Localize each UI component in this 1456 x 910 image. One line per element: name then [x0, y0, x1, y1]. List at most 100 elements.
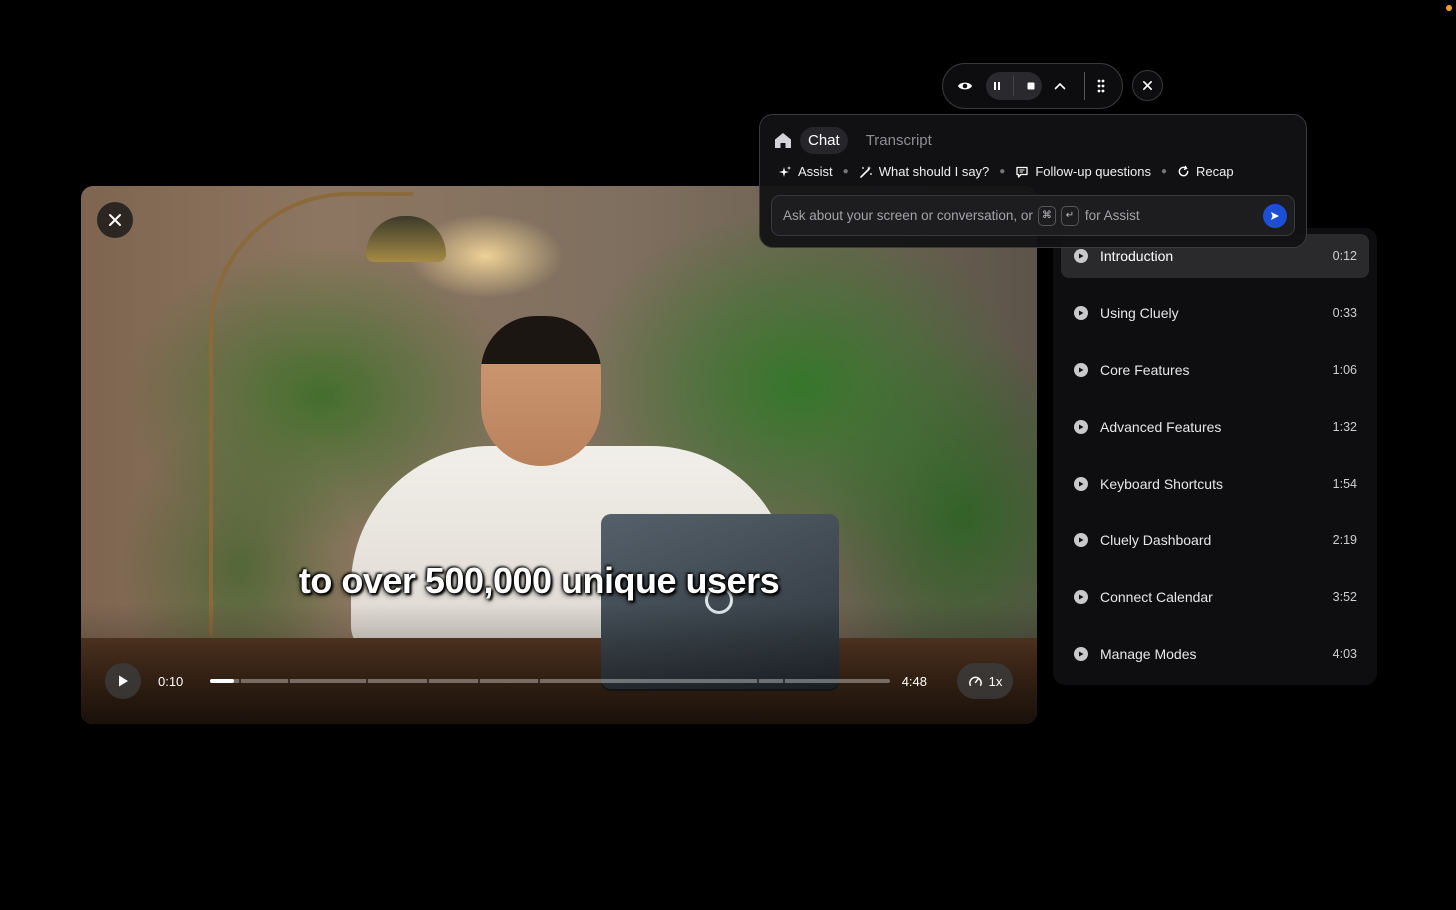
- progress-fill: [209, 679, 234, 683]
- tab-chat[interactable]: Chat: [800, 126, 848, 154]
- chat-bubble-icon: [1016, 166, 1028, 178]
- chapter-item[interactable]: Manage Modes 4:03: [1061, 632, 1369, 676]
- what-should-i-say-label: What should I say?: [878, 164, 990, 179]
- progress-track[interactable]: [209, 679, 890, 683]
- divider: [1013, 76, 1015, 96]
- eye-icon: [958, 82, 972, 90]
- current-time: 0:10: [157, 673, 184, 689]
- stop-icon: [1027, 82, 1035, 90]
- play-circle-icon: [1074, 306, 1088, 320]
- chapter-label: Manage Modes: [1100, 646, 1197, 662]
- follow-up-questions-label: Follow-up questions: [1035, 164, 1151, 179]
- chapter-marker: [782, 679, 785, 683]
- chapter-marker: [477, 679, 480, 683]
- ask-input[interactable]: Ask about your screen or conversation, o…: [771, 195, 1295, 236]
- chapter-marker: [756, 679, 759, 683]
- grip-dots-icon: [1097, 79, 1105, 93]
- follow-up-questions-action[interactable]: Follow-up questions: [1015, 164, 1151, 179]
- chapter-label: Advanced Features: [1100, 419, 1222, 435]
- pause-icon: [993, 82, 1000, 90]
- chapter-marker: [238, 679, 241, 683]
- play-circle-icon: [1074, 590, 1088, 604]
- speed-label: 1x: [988, 673, 1003, 689]
- chapter-time: 4:03: [1332, 647, 1357, 661]
- chat-panel: Chat Transcript Assist ● What should I s…: [759, 114, 1307, 248]
- separator: ●: [1160, 166, 1167, 177]
- video-player[interactable]: to over 500,000 unique users 0:10 4:48 1…: [81, 186, 1037, 724]
- chapter-time: 1:32: [1332, 420, 1357, 434]
- magic-wand-icon: [859, 165, 872, 178]
- close-assistant-button[interactable]: [1132, 70, 1163, 101]
- divider: [1084, 72, 1085, 100]
- pause-button[interactable]: [992, 81, 1002, 91]
- play-circle-icon: [1074, 363, 1088, 377]
- drag-handle[interactable]: [1097, 79, 1105, 93]
- chapter-label: Core Features: [1100, 362, 1190, 378]
- chapter-time: 3:52: [1332, 590, 1357, 604]
- chat-tabs: Chat Transcript: [772, 125, 940, 155]
- play-circle-icon: [1074, 420, 1088, 434]
- play-circle-icon: [1074, 533, 1088, 547]
- separator: ●: [999, 166, 1006, 177]
- send-icon: [1271, 212, 1279, 220]
- chapter-label: Introduction: [1100, 248, 1174, 264]
- home-icon: [775, 132, 791, 148]
- chapter-marker: [365, 679, 368, 683]
- quick-actions: Assist ● What should I say? ● Follow-up …: [778, 164, 1234, 179]
- refresh-icon: [1178, 165, 1189, 177]
- collapse-button[interactable]: [1052, 82, 1068, 90]
- video-scene-person-head: [481, 316, 601, 466]
- chapter-item[interactable]: Cluely Dashboard 2:19: [1061, 518, 1369, 562]
- video-caption: to over 500,000 unique users: [298, 560, 780, 601]
- chapter-marker: [287, 679, 290, 683]
- chapter-label: Cluely Dashboard: [1100, 532, 1212, 548]
- ask-placeholder-prefix: Ask about your screen or conversation, o…: [783, 208, 1033, 223]
- chapter-item[interactable]: Core Features 1:06: [1061, 348, 1369, 392]
- assist-action[interactable]: Assist: [778, 164, 833, 179]
- chevron-up-icon: [1054, 82, 1066, 90]
- close-video-button[interactable]: [97, 202, 133, 238]
- send-button[interactable]: [1263, 204, 1287, 228]
- chapter-time: 1:06: [1332, 363, 1357, 377]
- chapter-time: 1:54: [1332, 477, 1357, 491]
- chapter-time: 0:12: [1332, 249, 1357, 263]
- close-icon: [1143, 81, 1152, 90]
- tab-transcript[interactable]: Transcript: [858, 127, 940, 154]
- duration: 4:48: [901, 673, 928, 689]
- play-circle-icon: [1074, 647, 1088, 661]
- recording-controls: [986, 72, 1042, 100]
- video-controls: 0:10 4:48 1x: [105, 662, 1013, 700]
- chapter-item[interactable]: Using Cluely 0:33: [1061, 291, 1369, 335]
- playback-speed-button[interactable]: 1x: [957, 663, 1013, 699]
- status-dot: [1446, 5, 1452, 11]
- stop-button[interactable]: [1026, 81, 1036, 91]
- ask-placeholder-suffix: for Assist: [1084, 208, 1140, 223]
- chapter-time: 2:19: [1332, 533, 1357, 547]
- assistant-control-pill: [942, 63, 1123, 109]
- close-icon: [109, 214, 121, 226]
- play-icon: [118, 675, 128, 687]
- separator: ●: [842, 166, 849, 177]
- what-should-i-say-action[interactable]: What should I say?: [859, 164, 990, 179]
- recap-action[interactable]: Recap: [1177, 164, 1234, 179]
- chapter-marker: [426, 679, 429, 683]
- chapter-label: Connect Calendar: [1100, 589, 1213, 605]
- chapter-item[interactable]: Advanced Features 1:32: [1061, 405, 1369, 449]
- chapters-panel: Introduction 0:12 Using Cluely 0:33 Core…: [1053, 228, 1377, 685]
- play-button[interactable]: [105, 663, 141, 699]
- chapter-label: Keyboard Shortcuts: [1100, 476, 1223, 492]
- chapter-time: 0:33: [1332, 306, 1357, 320]
- home-button[interactable]: [772, 129, 794, 151]
- chapter-label: Using Cluely: [1100, 305, 1179, 321]
- chapter-marker: [537, 679, 540, 683]
- play-circle-icon: [1074, 249, 1088, 263]
- chapter-item[interactable]: Connect Calendar 3:52: [1061, 575, 1369, 619]
- sparkle-icon: [779, 165, 791, 177]
- recap-label: Recap: [1196, 164, 1234, 179]
- visibility-toggle-button[interactable]: [956, 77, 974, 95]
- speedometer-icon: [968, 676, 982, 686]
- chapter-item[interactable]: Keyboard Shortcuts 1:54: [1061, 462, 1369, 506]
- command-key-hint: ⌘: [1037, 205, 1056, 226]
- enter-key-hint: ↵: [1060, 205, 1079, 226]
- assist-label: Assist: [798, 164, 833, 179]
